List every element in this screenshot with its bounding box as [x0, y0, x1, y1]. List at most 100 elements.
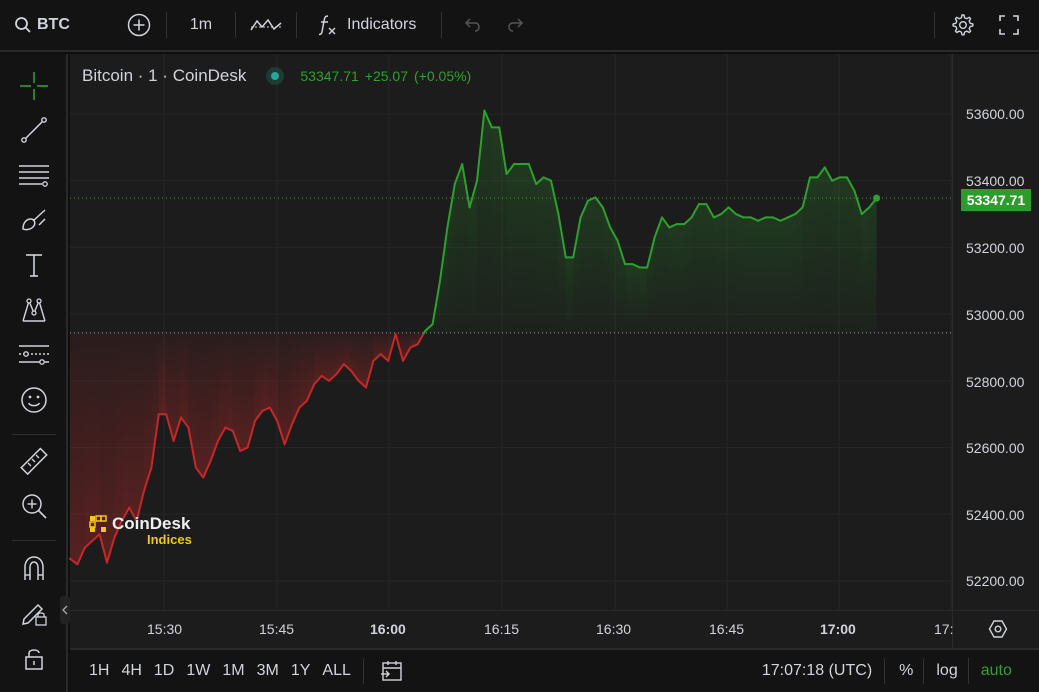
area-segment: [706, 204, 714, 333]
bottom-toolbar: 1H 4H 1D 1W 1M 3M 1Y ALL 17:07:18 (UTC) …: [70, 648, 1039, 692]
coindesk-mark-icon: [89, 515, 107, 532]
area-segment: [203, 332, 211, 478]
last-price-badge: 53347.71: [961, 189, 1031, 211]
price-axis-border: [952, 54, 953, 648]
area-segment: [758, 217, 766, 333]
area-segment: [669, 224, 677, 333]
time-tick: 16:45: [709, 621, 745, 637]
toolbar-divider: [884, 658, 886, 684]
time-tick: 15:30: [147, 621, 183, 637]
price-tick: 52600.00: [966, 440, 1025, 456]
range-button[interactable]: 1Y: [285, 662, 317, 680]
area-fill: [70, 110, 877, 565]
area-segment: [551, 180, 559, 333]
area-segment: [528, 164, 537, 333]
price-tick: 52200.00: [966, 573, 1025, 589]
legend-values: 53347.71 +25.07 (+0.05%): [300, 68, 471, 84]
area-segment: [181, 332, 189, 428]
area-segment: [832, 177, 840, 333]
area-segment: [321, 332, 329, 381]
coindesk-sub: Indices: [147, 532, 192, 547]
price-tick: 53200.00: [966, 240, 1025, 256]
area-segment: [403, 332, 411, 361]
area-segment: [144, 332, 152, 491]
area-segment: [580, 200, 588, 333]
area-segment: [861, 207, 870, 333]
area-segment: [632, 264, 640, 333]
time-tick: 15:45: [259, 621, 295, 637]
time-tick: 16:00: [370, 621, 406, 637]
area-segment: [225, 332, 233, 431]
area-segment: [521, 164, 529, 333]
area-segment: [565, 257, 574, 333]
price-tick: 53400.00: [966, 173, 1025, 189]
chart-legend: Bitcoin · 1 · CoinDesk 53347.71 +25.07 (…: [82, 66, 471, 86]
area-segment: [728, 207, 736, 333]
area-segment: [114, 332, 122, 538]
area-segment: [773, 217, 781, 333]
area-segment: [691, 204, 699, 333]
range-selector: 1H 4H 1D 1W 1M 3M 1Y ALL: [83, 662, 357, 680]
area-segment: [506, 164, 514, 333]
axis-settings-button[interactable]: [986, 617, 1010, 641]
price-tick: 53600.00: [966, 106, 1025, 122]
area-segment: [491, 127, 500, 333]
legend-change-pct: (+0.05%): [414, 68, 472, 84]
area-segment: [817, 167, 825, 333]
area-segment: [684, 217, 692, 333]
area-segment: [121, 332, 130, 521]
area-segment: [743, 217, 751, 333]
area-segment: [765, 217, 773, 333]
hexagon-settings-icon: [988, 620, 1008, 638]
time-tick: 16:15: [484, 621, 520, 637]
range-button[interactable]: 1H: [83, 662, 115, 680]
time-tick: 16:30: [596, 621, 632, 637]
area-segment: [366, 332, 374, 388]
area-segment: [780, 217, 788, 333]
area-segment: [595, 197, 603, 333]
area-segment: [173, 332, 181, 441]
log-toggle[interactable]: log: [936, 662, 957, 680]
coindesk-logo: CoinDesk Indices: [89, 514, 192, 547]
area-segment: [262, 332, 270, 411]
range-button[interactable]: 1W: [180, 662, 216, 680]
area-segment: [662, 217, 670, 333]
area-segment: [218, 332, 226, 441]
area-segment: [195, 332, 204, 478]
area-segment: [639, 267, 648, 333]
price-chart[interactable]: [0, 0, 1039, 692]
calendar-goto-icon: [380, 661, 402, 681]
area-segment: [440, 227, 448, 333]
area-segment: [810, 177, 818, 333]
time-tick: 17:00: [820, 621, 856, 637]
range-button[interactable]: 3M: [251, 662, 285, 680]
area-segment: [713, 214, 722, 333]
legend-last-price: 53347.71: [300, 68, 359, 84]
last-price-point: [873, 194, 881, 202]
area-segment: [499, 127, 507, 333]
area-segment: [750, 217, 759, 333]
date-range-button[interactable]: [374, 656, 410, 686]
area-segment: [484, 110, 492, 333]
coindesk-brand: CoinDesk: [112, 514, 191, 533]
area-segment: [588, 197, 596, 333]
utc-clock[interactable]: 17:07:18 (UTC): [762, 662, 872, 680]
area-segment: [299, 332, 307, 408]
range-button[interactable]: 4H: [115, 662, 147, 680]
area-segment: [247, 332, 255, 448]
range-button[interactable]: ALL: [316, 662, 356, 680]
area-segment: [795, 207, 803, 333]
market-status-icon[interactable]: [266, 67, 285, 85]
area-segment: [824, 167, 833, 333]
area-segment: [329, 332, 337, 381]
percent-toggle[interactable]: %: [899, 662, 913, 680]
area-segment: [543, 177, 551, 333]
area-segment: [255, 332, 263, 421]
area-segment: [536, 177, 544, 333]
range-button[interactable]: 1D: [148, 662, 180, 680]
range-button[interactable]: 1M: [216, 662, 250, 680]
area-segment: [869, 198, 877, 333]
auto-toggle[interactable]: auto: [981, 662, 1012, 680]
time-tick: 17:: [934, 621, 954, 637]
area-segment: [70, 332, 78, 565]
